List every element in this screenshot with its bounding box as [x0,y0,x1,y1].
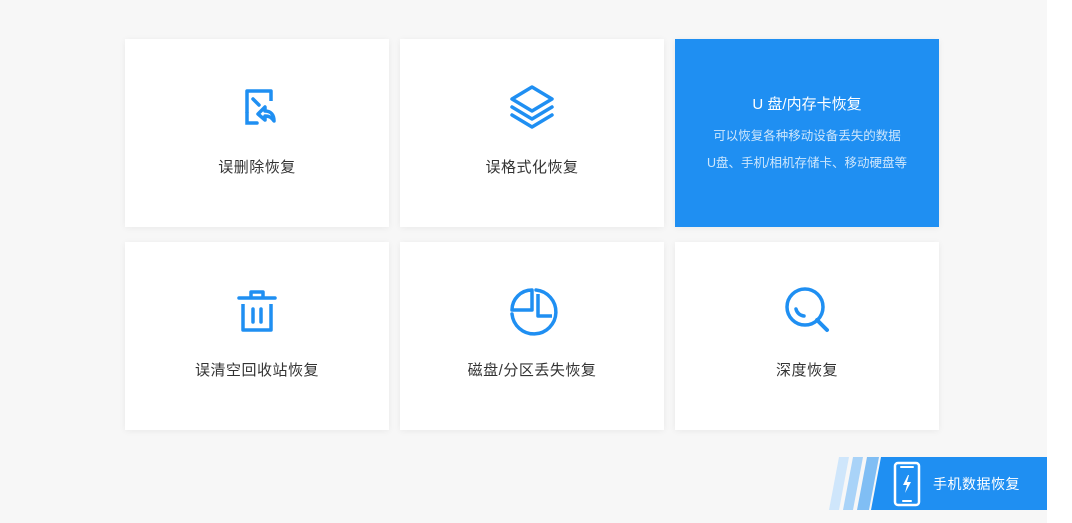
card-deep-recovery[interactable]: 深度恢复 [675,242,939,430]
card-deleted-recovery[interactable]: 误删除恢复 [125,39,389,227]
card-label: 误删除恢复 [218,159,296,176]
card-title: U 盘/内存卡恢复 [752,96,862,113]
card-description: U盘、手机/相机存储卡、移动硬盘等 [706,156,907,170]
phone-icon [893,461,921,507]
card-label: 深度恢复 [775,362,838,379]
card-description: 可以恢复各种移动设备丢失的数据 [713,129,901,143]
layers-icon [502,77,562,137]
magnifier-icon [777,280,837,340]
trash-icon [227,280,287,340]
card-usb-sd-recovery[interactable]: U 盘/内存卡恢复 可以恢复各种移动设备丢失的数据 U盘、手机/相机存储卡、移动… [675,39,939,227]
card-format-recovery[interactable]: 误格式化恢复 [400,39,664,227]
main-panel: 误删除恢复 误格式化恢复 U 盘/内存卡恢复 可以恢复各种移动设备丢失的数据 U… [0,0,1047,523]
mobile-recovery-label: 手机数据恢复 [933,476,1020,492]
card-label: 误格式化恢复 [485,159,579,176]
mobile-recovery-button[interactable]: 手机数据恢复 [829,457,1047,510]
card-label: 误清空回收站恢复 [194,362,319,379]
file-restore-icon [227,77,287,137]
card-recycle-bin-recovery[interactable]: 误清空回收站恢复 [125,242,389,430]
pie-chart-icon [502,280,562,340]
card-partition-recovery[interactable]: 磁盘/分区丢失恢复 [400,242,664,430]
card-label: 磁盘/分区丢失恢复 [467,362,597,379]
